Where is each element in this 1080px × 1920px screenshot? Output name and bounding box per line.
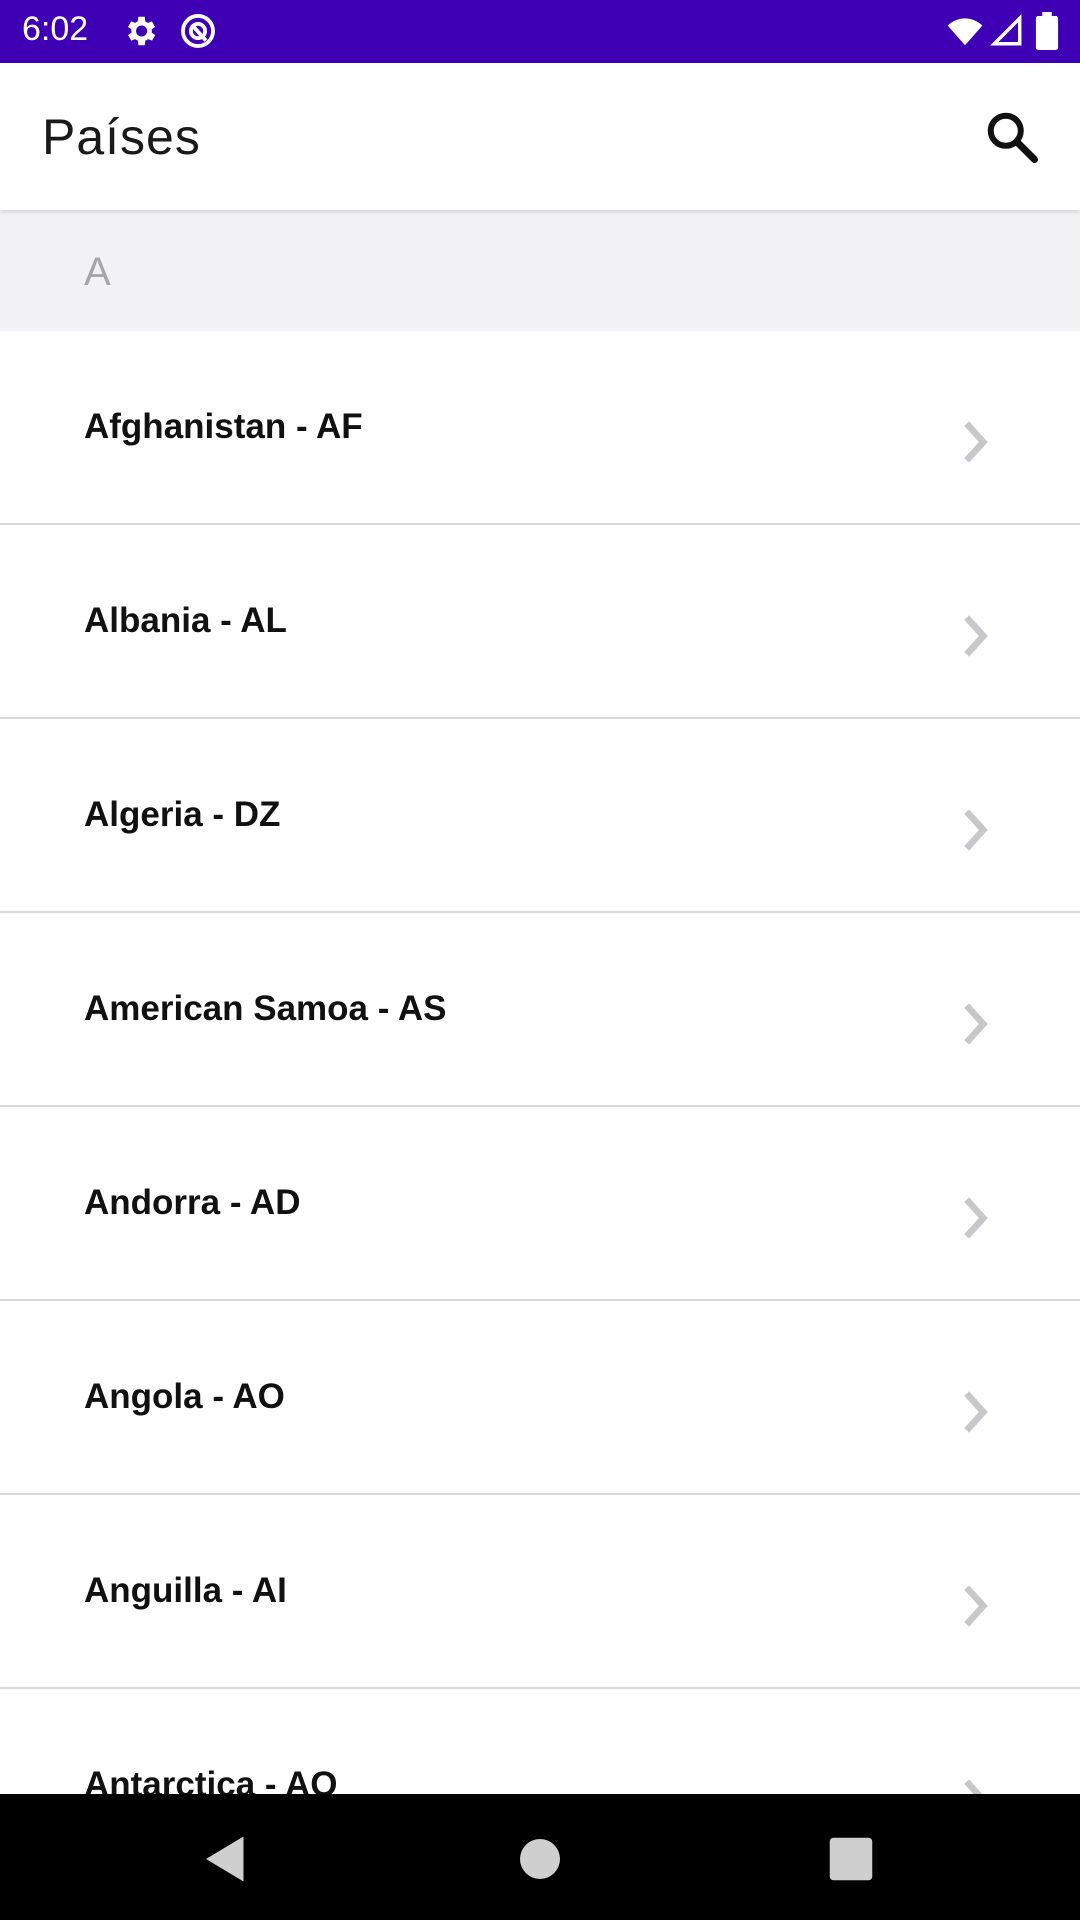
battery-icon (1035, 12, 1059, 50)
country-name: Antarctica - AQ (84, 1765, 338, 1794)
chevron-right-icon (964, 615, 988, 657)
list-item[interactable]: Algeria - DZ (0, 719, 1080, 913)
vpn-icon (181, 14, 215, 48)
app-bar: Países (0, 63, 1080, 210)
wifi-icon (947, 18, 983, 46)
navigation-bar (0, 1794, 1080, 1920)
country-list: Afghanistan - AF Albania - AL Algeria - … (0, 331, 1080, 1794)
chevron-right-icon (964, 1391, 988, 1433)
status-bar: 6:02 (0, 0, 1080, 63)
country-name: Andorra - AD (84, 1183, 301, 1222)
home-icon[interactable] (510, 1829, 570, 1889)
section-header: A (0, 210, 1080, 331)
chevron-right-icon (964, 1003, 988, 1045)
chevron-right-icon (964, 1197, 988, 1239)
settings-icon (127, 16, 156, 46)
search-icon[interactable] (982, 107, 1042, 167)
list-item[interactable]: Anguilla - AI (0, 1495, 1080, 1689)
country-name: Algeria - DZ (84, 795, 281, 834)
country-name: Albania - AL (84, 601, 287, 640)
country-name: Afghanistan - AF (84, 407, 363, 446)
list-item[interactable]: Albania - AL (0, 525, 1080, 719)
country-name: American Samoa - AS (84, 989, 447, 1028)
list-item[interactable]: Angola - AO (0, 1301, 1080, 1495)
chevron-right-icon (964, 1585, 988, 1627)
country-name: Angola - AO (84, 1377, 285, 1416)
list-item[interactable]: Antarctica - AQ (0, 1689, 1080, 1794)
chevron-right-icon (964, 809, 988, 851)
signal-icon (990, 14, 1022, 46)
list-item[interactable]: American Samoa - AS (0, 913, 1080, 1107)
chevron-right-icon (964, 1779, 983, 1794)
status-time: 6:02 (22, 10, 89, 48)
section-letter: A (84, 250, 111, 294)
chevron-right-icon (964, 421, 988, 463)
recents-icon[interactable] (821, 1829, 881, 1889)
country-name: Anguilla - AI (84, 1571, 287, 1610)
list-item[interactable]: Afghanistan - AF (0, 331, 1080, 525)
list-item[interactable]: Andorra - AD (0, 1107, 1080, 1301)
back-icon[interactable] (196, 1829, 256, 1889)
page-title: Países (42, 109, 201, 165)
